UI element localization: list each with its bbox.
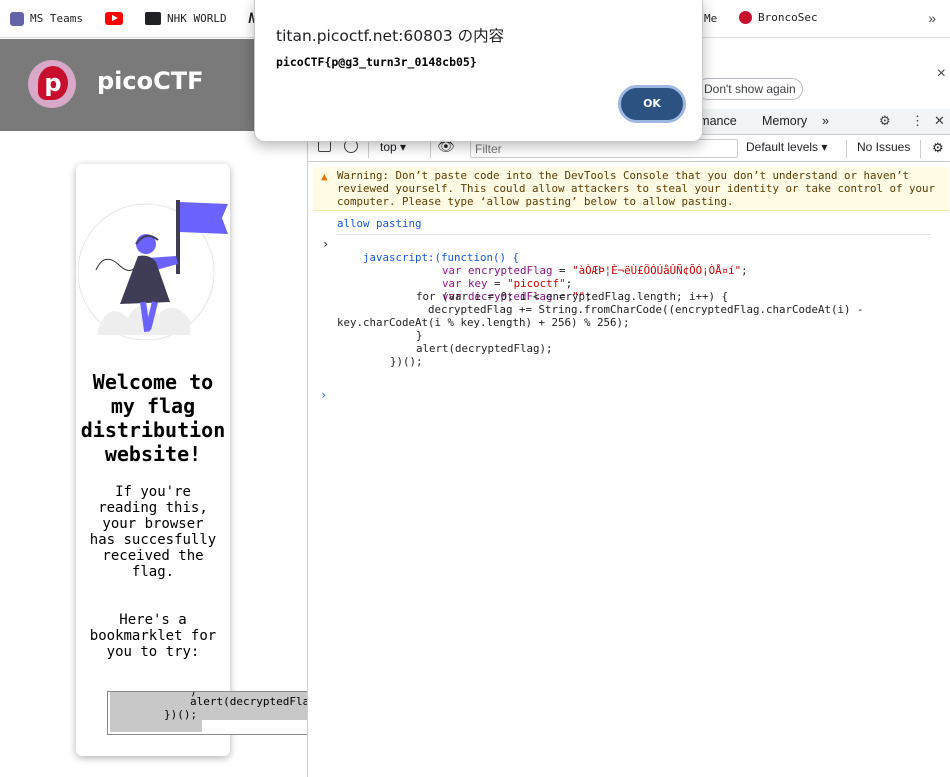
console-prompt-icon[interactable]: › — [320, 388, 327, 402]
code-line: })(); — [164, 708, 198, 721]
welcome-heading: Welcome to my flag distribution website! — [80, 370, 226, 466]
divider — [368, 140, 369, 158]
issues-counter[interactable]: No Issues — [857, 140, 910, 154]
code-line: } — [416, 329, 423, 342]
welcome-card: Welcome to my flag distribution website!… — [76, 164, 230, 756]
close-devtools-button[interactable]: × — [937, 65, 946, 83]
intro-paragraph: If you're reading this, your browser has… — [89, 484, 217, 580]
divider — [430, 140, 431, 158]
page-content: Welcome to my flag distribution website!… — [0, 131, 308, 777]
code-token: "àÒÆÞ¦È¬ëÙ£ÖÓÚåÛÑ¢ÕÓ¡ÒÅ¤í" — [572, 264, 742, 278]
code-line: alert(decryptedFla — [190, 695, 308, 708]
bookmark-label: MS Teams — [30, 12, 83, 25]
dialog-title: titan.picoctf.net:60803 の内容 — [276, 27, 505, 45]
dialog-message: picoCTF{p@g3_turn3r_0148cb05} — [276, 55, 477, 69]
tab-memory[interactable]: Memory — [762, 114, 807, 128]
bookmarks-overflow-button[interactable]: » — [928, 10, 936, 26]
code-line: key.charCodeAt(i % key.length) + 256) % … — [337, 316, 630, 329]
nhk-icon — [144, 12, 161, 25]
picoctf-logo-mark: p — [38, 66, 68, 100]
self-xss-warning: ▲ Warning: Don’t paste code into the Dev… — [313, 167, 949, 211]
alert-dialog: titan.picoctf.net:60803 の内容 picoCTF{p@g3… — [254, 0, 703, 142]
code-line: alert(decryptedFlag); — [416, 342, 553, 355]
youtube-icon — [104, 12, 123, 25]
log-levels-label: Default levels — [746, 140, 819, 154]
divider — [336, 234, 931, 235]
ms-teams-icon — [10, 11, 24, 26]
picoctf-logo[interactable]: p — [28, 60, 76, 108]
context-label: top — [380, 140, 397, 154]
bookmark-nhk-world[interactable]: NHK WORLD — [144, 12, 227, 25]
ok-button[interactable]: OK — [618, 85, 686, 123]
kebab-menu-icon[interactable]: ⋮ — [911, 113, 924, 129]
devtools-panel: × Don't show again rmance Memory » ⚙ ⋮ ✕… — [307, 39, 950, 777]
divider — [920, 140, 921, 158]
context-selector[interactable]: top ▾ — [380, 140, 406, 154]
warning-icon: ▲ — [321, 170, 328, 183]
bookmarklet-textarea[interactable]: ) alert(decryptedFla })(); — [107, 691, 308, 735]
bookmark-label: BroncoSec — [758, 11, 818, 24]
bookmark-label: NHK WORLD — [166, 12, 227, 25]
bookmarklet-paragraph: Here's a bookmarklet for you to try: — [89, 612, 217, 660]
bookmark-youtube[interactable] — [104, 12, 123, 25]
bookmark-broncosec[interactable]: BroncoSec — [739, 11, 818, 24]
settings-gear-icon[interactable]: ⚙ — [879, 113, 891, 129]
close-icon[interactable]: ✕ — [934, 113, 945, 129]
code-line: })(); — [390, 355, 423, 368]
flag-illustration — [78, 200, 228, 340]
console-input-echo: allow pasting — [337, 217, 422, 230]
site-title[interactable]: picoCTF — [97, 67, 204, 95]
expand-arrow-icon[interactable]: › — [322, 237, 329, 251]
more-tabs-button[interactable]: » — [822, 114, 829, 128]
divider — [846, 140, 847, 158]
dont-show-again-button[interactable]: Don't show again — [697, 78, 803, 100]
warning-text: Warning: Don’t paste code into the DevTo… — [337, 169, 936, 209]
log-levels-dropdown[interactable]: Default levels ▾ — [746, 140, 827, 154]
code-token: ; — [741, 264, 748, 278]
console-settings-gear-icon[interactable]: ⚙ — [932, 140, 944, 156]
bookmark-ms-teams[interactable]: MS Teams — [10, 11, 83, 26]
code-line: decryptedFlag += String.fromCharCode((en… — [428, 303, 864, 316]
bookmark-me[interactable]: Me — [704, 12, 717, 25]
code-line: for (var i = 0; i < encryptedFlag.length… — [416, 290, 729, 303]
broncosec-icon — [739, 11, 752, 24]
bookmark-label: Me — [704, 12, 718, 25]
